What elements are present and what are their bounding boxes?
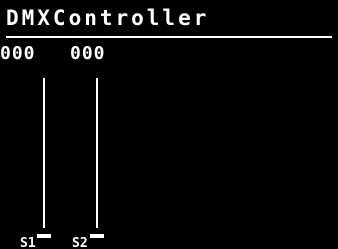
channel-1-fader-knob[interactable] [37,234,51,238]
channel-1-label: S1 [20,236,36,249]
channel-1-fader-track [43,78,45,228]
channel-2-label: S2 [72,236,88,249]
channel-2-value: 000 [70,43,106,64]
channel-2-fader-knob[interactable] [90,234,104,238]
channel-2-fader-track [96,78,98,228]
lcd-screen: DMXController 000 000 S1 S2 [0,0,338,249]
channel-2-fader[interactable] [90,78,104,238]
channel-1-fader[interactable] [37,78,51,238]
app-title: DMXController [6,6,210,30]
title-divider [6,36,332,38]
title-bar: DMXController [6,6,332,38]
channel-1-value: 000 [0,43,36,64]
